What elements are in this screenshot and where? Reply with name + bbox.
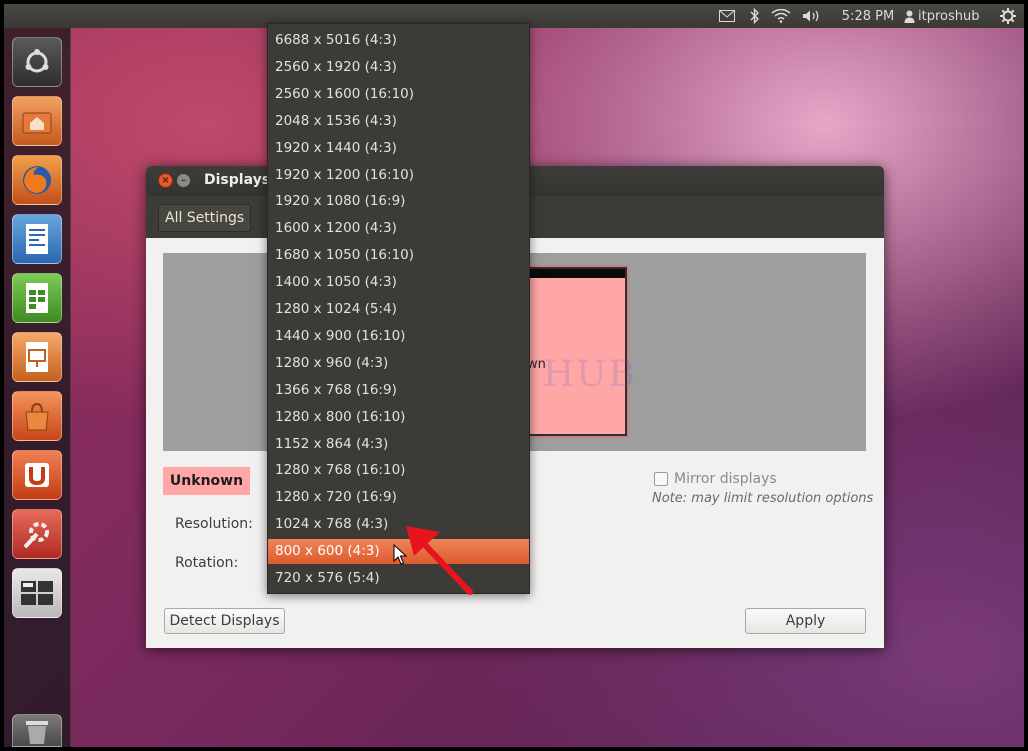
rotation-label: Rotation: (175, 555, 239, 571)
bluetooth-icon[interactable] (746, 4, 764, 28)
ubuntu-logo-icon[interactable] (12, 37, 62, 87)
mail-icon[interactable] (716, 4, 738, 28)
system-settings-icon[interactable] (12, 509, 62, 559)
resolution-label: Resolution: (175, 516, 253, 532)
resolution-option[interactable]: 2560 x 1920 (4:3) (268, 55, 529, 80)
close-icon[interactable]: × (158, 173, 173, 188)
mirror-note: Note: may limit resolution options (652, 491, 874, 506)
volume-icon[interactable] (800, 4, 824, 28)
username[interactable]: itproshub (918, 4, 990, 28)
mirror-displays[interactable]: Mirror displays (654, 471, 777, 487)
firefox-icon[interactable] (12, 155, 62, 205)
writer-icon[interactable] (12, 214, 62, 264)
window-title: Displays (204, 172, 271, 188)
display-name-badge: Unknown (163, 467, 250, 495)
ubuntu-one-icon[interactable] (12, 450, 62, 500)
resolution-option[interactable]: 2048 x 1536 (4:3) (268, 109, 529, 134)
trash-icon[interactable] (12, 714, 62, 747)
resolution-option[interactable]: 1920 x 1080 (16:9) (268, 189, 529, 214)
user-icon (902, 4, 916, 28)
launcher (4, 28, 71, 747)
resolution-option[interactable]: 1366 x 768 (16:9) (268, 378, 529, 403)
resolution-option[interactable]: 1280 x 800 (16:10) (268, 405, 529, 430)
resolution-option[interactable]: 6688 x 5016 (4:3) (268, 28, 529, 53)
resolution-option[interactable]: 1024 x 768 (4:3) (268, 512, 529, 537)
gear-icon[interactable] (998, 4, 1018, 28)
clock[interactable]: 5:28 PM (838, 4, 898, 28)
monitor-preview[interactable]: wn (525, 267, 627, 436)
wifi-icon[interactable] (770, 4, 792, 28)
impress-icon[interactable] (12, 332, 62, 382)
mirror-displays-label: Mirror displays (674, 471, 777, 487)
resolution-option[interactable]: 1152 x 864 (4:3) (268, 432, 529, 457)
home-folder-icon[interactable] (12, 96, 62, 146)
desktop: 5:28 PM itproshub × – Displays All Setti… (4, 4, 1024, 747)
monitor-preview-bar (527, 269, 625, 278)
resolution-option[interactable]: 1280 x 1024 (5:4) (268, 297, 529, 322)
resolution-option[interactable]: 2560 x 1600 (16:10) (268, 82, 529, 107)
resolution-option[interactable]: 1680 x 1050 (16:10) (268, 243, 529, 268)
resolution-option[interactable]: 1920 x 1200 (16:10) (268, 163, 529, 188)
resolution-option[interactable]: 1280 x 720 (16:9) (268, 485, 529, 510)
resolution-option[interactable]: 1400 x 1050 (4:3) (268, 270, 529, 295)
resolution-option[interactable]: 800 x 600 (4:3) (268, 539, 529, 565)
detect-displays-button[interactable]: Detect Displays (164, 608, 285, 634)
all-settings-button[interactable]: All Settings (158, 204, 252, 232)
software-center-icon[interactable] (12, 391, 62, 441)
resolution-dropdown-menu: 6688 x 5016 (4:3) 2560 x 1920 (4:3) 2560 x… (267, 23, 530, 594)
resolution-option[interactable]: 1600 x 1200 (4:3) (268, 216, 529, 241)
workspace-switcher-icon[interactable] (12, 568, 62, 618)
resolution-option[interactable]: 1440 x 900 (16:10) (268, 324, 529, 349)
apply-button[interactable]: Apply (745, 608, 866, 634)
resolution-option[interactable]: 1280 x 768 (16:10) (268, 458, 529, 483)
resolution-option[interactable]: 720 x 576 (5:4) (268, 566, 529, 591)
mirror-displays-checkbox[interactable] (654, 472, 668, 486)
calc-icon[interactable] (12, 273, 62, 323)
resolution-option[interactable]: 1920 x 1440 (4:3) (268, 136, 529, 161)
resolution-option[interactable]: 1280 x 960 (4:3) (268, 351, 529, 376)
minimize-icon[interactable]: – (176, 173, 191, 188)
